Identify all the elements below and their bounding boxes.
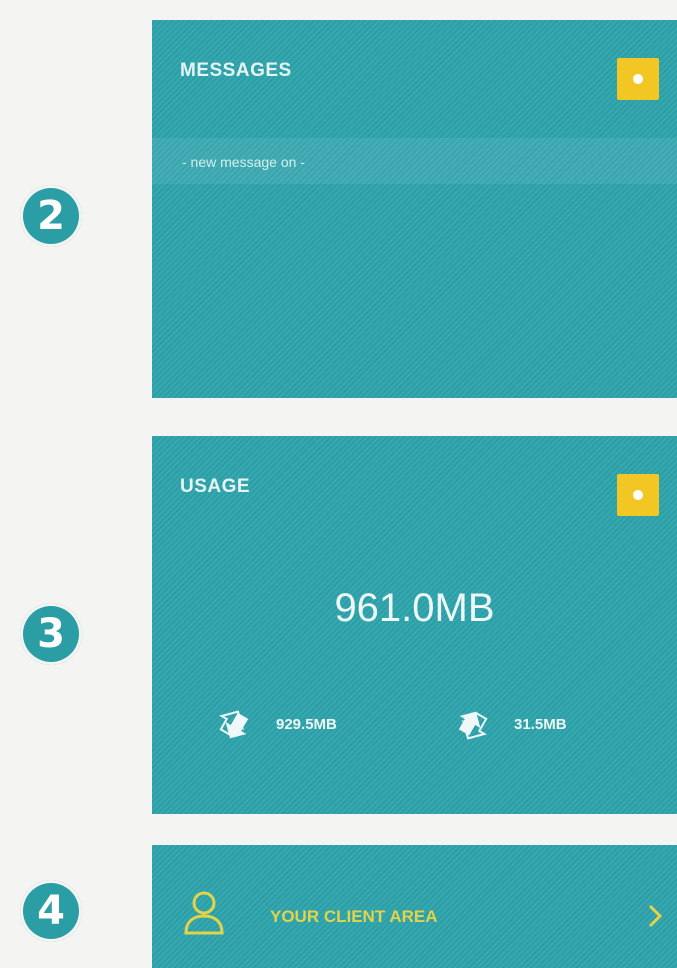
download-arrows-icon [219, 710, 249, 739]
client-area-label: YOUR CLIENT AREA [270, 907, 438, 926]
messages-card: MESSAGES - new message on - [152, 20, 677, 398]
usage-settings-button[interactable] [617, 474, 659, 516]
new-message-notice[interactable]: - new message on - [182, 154, 305, 170]
usage-card: USAGE 961.0MB 929.5MB 31.5MB [152, 436, 677, 814]
upload-stat: 31.5MB [450, 700, 567, 748]
download-value: 929.5MB [276, 715, 337, 733]
settings-dot-icon [633, 74, 643, 84]
messages-settings-button[interactable] [617, 58, 659, 100]
usage-total: 961.0MB [334, 586, 495, 630]
upload-arrows-icon [458, 711, 488, 740]
chevron-right-icon [648, 904, 663, 928]
user-icon [184, 891, 224, 935]
settings-dot-icon [633, 490, 643, 500]
messages-title: MESSAGES [180, 60, 292, 81]
download-stat: 929.5MB [212, 700, 337, 748]
client-area-button[interactable]: YOUR CLIENT AREA [152, 845, 677, 968]
step-marker-3: 3 [20, 603, 82, 665]
step-marker-2: 2 [20, 185, 82, 247]
usage-title: USAGE [180, 476, 251, 497]
step-marker-4: 4 [20, 880, 82, 942]
upload-value: 31.5MB [514, 715, 567, 733]
